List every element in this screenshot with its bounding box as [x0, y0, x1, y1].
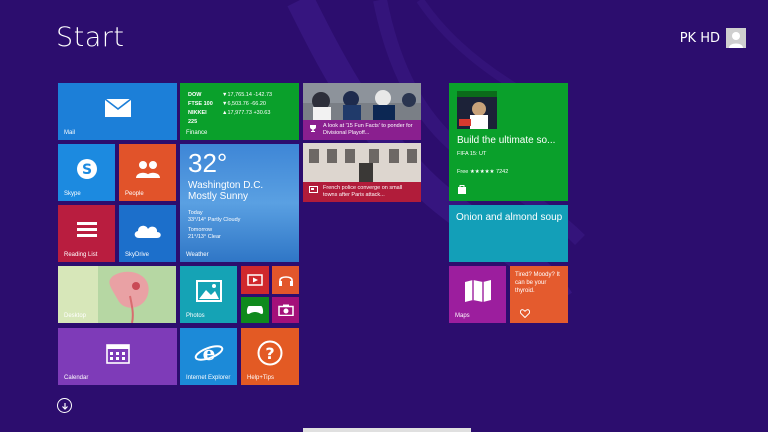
- svg-text:e: e: [202, 341, 215, 365]
- internet-explorer-icon: e: [194, 341, 223, 365]
- tile-label: Photos: [186, 313, 205, 319]
- news-caption: French police converge on small towns af…: [303, 182, 421, 202]
- tile-skype[interactable]: S Skype: [58, 144, 115, 201]
- svg-text:S: S: [81, 162, 91, 178]
- tile-label: Internet Explorer: [186, 375, 231, 381]
- tile-reading-list[interactable]: Reading List: [58, 205, 115, 262]
- tile-finance[interactable]: DOW ▼17,765.14 -142.73 FTSE 100 ▼6,503.7…: [180, 83, 299, 140]
- finance-row: NIKKEI 225 ▲17,977.73 +30.63: [188, 110, 271, 125]
- svg-text:?: ?: [265, 344, 274, 363]
- page-title: Start: [56, 22, 125, 53]
- tile-news-1[interactable]: A look at '15 Fun Facts' to ponder for D…: [303, 83, 421, 140]
- food-tile-title: Onion and almond soup: [456, 212, 563, 223]
- gamepad-icon: [246, 306, 264, 314]
- headphones-icon: [278, 276, 293, 286]
- cloud-icon: [134, 225, 161, 239]
- xbox-tile-subtitle: FIFA 15: UT: [457, 151, 487, 157]
- tile-skydrive[interactable]: SkyDrive: [119, 205, 176, 262]
- help-icon: ?: [257, 340, 283, 366]
- horizontal-scrollbar[interactable]: [303, 428, 471, 432]
- tile-health-fitness[interactable]: Tired? Moody? It can be your thyroid.: [510, 266, 568, 323]
- map-icon: [464, 280, 491, 303]
- tile-label: Desktop: [64, 313, 87, 319]
- tile-maps[interactable]: Maps: [449, 266, 506, 323]
- tile-games[interactable]: [241, 297, 269, 323]
- tile-help-tips[interactable]: ? Help+Tips: [241, 328, 299, 385]
- reading-list-icon: [76, 222, 97, 238]
- tile-music[interactable]: [272, 266, 299, 294]
- all-apps-button[interactable]: [57, 398, 72, 413]
- tile-label: Mail: [64, 130, 76, 136]
- photos-icon: [195, 280, 222, 303]
- weather-location: Washington D.C. Mostly Sunny: [188, 180, 264, 202]
- weather-forecast: Today 33°/14° Partly Cloudy Tomorrow 21°…: [188, 210, 241, 240]
- skype-icon: S: [76, 159, 97, 180]
- avatar: [726, 28, 746, 48]
- store-bag-icon: [458, 185, 466, 194]
- arrow-down-icon: [61, 402, 68, 410]
- tile-xbox-games[interactable]: Build the ultimate so... FIFA 15: UT Fre…: [449, 83, 568, 201]
- user-icon: [729, 32, 743, 48]
- tile-mail[interactable]: Mail: [58, 83, 177, 140]
- tile-news-2[interactable]: French police converge on small towns af…: [303, 143, 421, 202]
- fifa-cover: [457, 91, 497, 129]
- news-caption: A look at '15 Fun Facts' to ponder for D…: [303, 120, 421, 140]
- tile-internet-explorer[interactable]: e Internet Explorer: [180, 328, 237, 385]
- camera-icon: [277, 304, 294, 316]
- tile-label: SkyDrive: [125, 252, 150, 258]
- video-icon: [247, 274, 263, 286]
- people-icon: [135, 161, 160, 179]
- user-account[interactable]: PK HD: [680, 28, 746, 48]
- tile-weather[interactable]: 32° Washington D.C. Mostly Sunny Today 3…: [180, 144, 299, 262]
- tile-label: Reading List: [64, 252, 98, 258]
- tile-food-drink[interactable]: Onion and almond soup: [449, 205, 568, 262]
- tile-photos[interactable]: Photos: [180, 266, 237, 323]
- tile-people[interactable]: People: [119, 144, 176, 201]
- mail-icon: [104, 98, 131, 118]
- finance-row: DOW ▼17,765.14 -142.73: [188, 92, 273, 98]
- finance-row: FTSE 100 ▼6,503.76 -66.20: [188, 101, 266, 107]
- calendar-icon: [105, 344, 130, 364]
- user-name: PK HD: [679, 30, 720, 46]
- trophy-icon: [310, 125, 316, 132]
- xbox-tile-price: Free ★★★★★ 7242: [457, 169, 509, 175]
- heart-icon: [520, 309, 530, 318]
- newspaper-icon: [309, 186, 318, 193]
- tile-label: Maps: [455, 313, 470, 319]
- xbox-tile-title: Build the ultimate so...: [457, 135, 556, 146]
- tile-label: Weather: [186, 252, 209, 258]
- tile-label: People: [125, 191, 144, 197]
- tile-video[interactable]: [241, 266, 269, 294]
- tile-label: Finance: [186, 130, 208, 136]
- health-tile-title: Tired? Moody? It can be your thyroid.: [515, 272, 560, 294]
- tile-camera[interactable]: [272, 297, 299, 323]
- tile-desktop[interactable]: Desktop: [58, 266, 176, 323]
- weather-temperature: 32°: [188, 148, 228, 178]
- tile-calendar[interactable]: Calendar: [58, 328, 177, 385]
- tile-label: Skype: [64, 191, 81, 197]
- tile-label: Help+Tips: [247, 375, 274, 381]
- tile-label: Calendar: [64, 375, 89, 381]
